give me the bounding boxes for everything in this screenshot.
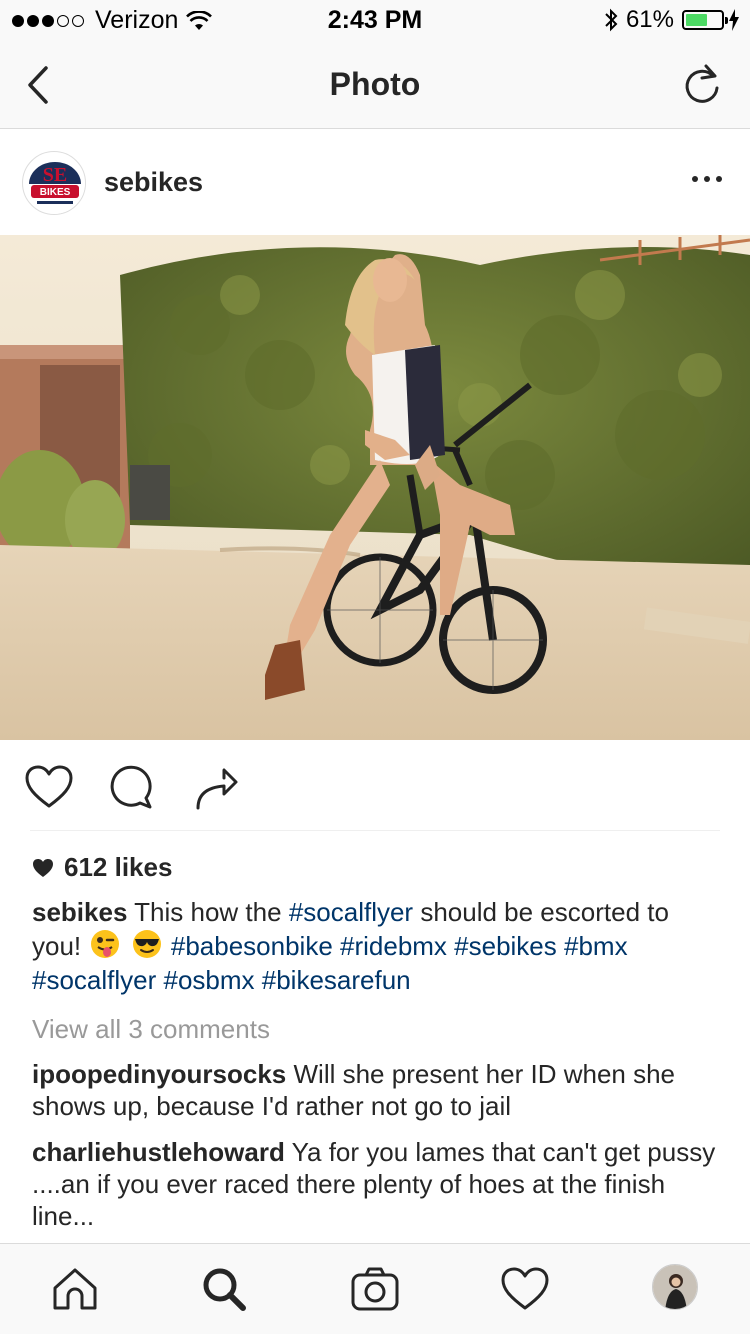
post-actions [0, 740, 750, 832]
comment-icon[interactable] [108, 764, 154, 810]
search-icon[interactable] [200, 1266, 250, 1312]
caption-text: This how the [134, 897, 282, 927]
post-username[interactable]: sebikes [104, 167, 203, 198]
like-icon[interactable] [24, 764, 74, 810]
divider [30, 830, 720, 831]
activity-heart-icon[interactable] [500, 1266, 550, 1312]
status-right: 61% [604, 6, 740, 34]
status-bar: Verizon 2:43 PM 61% [0, 0, 750, 40]
bluetooth-icon [605, 8, 618, 32]
svg-text:SE: SE [43, 164, 67, 186]
photo-image [0, 235, 750, 740]
comment: charliehustlehoward Ya for you lames tha… [32, 1136, 722, 1232]
likes-count[interactable]: 612 likes [32, 852, 172, 883]
comment: ipoopedinyoursocks Will she present her … [32, 1058, 722, 1122]
sunglasses-emoji-icon [132, 930, 161, 958]
svg-text:BIKES: BIKES [40, 187, 71, 198]
refresh-icon[interactable] [682, 62, 722, 106]
comment-username[interactable]: ipoopedinyoursocks [32, 1059, 286, 1089]
comment-username[interactable]: charliehustlehoward [32, 1137, 285, 1167]
more-options-icon[interactable] [692, 169, 722, 189]
battery-fill [686, 14, 707, 26]
se-bikes-logo: SE BIKES [25, 154, 85, 214]
post-header: SE BIKES sebikes [0, 129, 750, 235]
battery-icon [682, 10, 728, 30]
page-title: Photo [329, 66, 421, 102]
hashtag-links[interactable]: #babesonbike #ridebmx #sebikes #bmx #soc… [32, 931, 628, 995]
profile-photo [653, 1265, 697, 1309]
camera-icon[interactable] [350, 1266, 400, 1312]
battery-percent: 61% [625, 6, 674, 33]
profile-avatar[interactable] [652, 1264, 698, 1310]
view-all-comments-link[interactable]: View all 3 comments [32, 1014, 270, 1045]
post-photo[interactable] [0, 235, 750, 740]
home-icon[interactable] [50, 1266, 100, 1312]
likes-text: 612 likes [64, 852, 173, 882]
winking-tongue-emoji-icon [91, 930, 120, 958]
charging-icon [729, 9, 739, 31]
avatar[interactable]: SE BIKES [22, 151, 86, 215]
navigation-bar: Photo [0, 40, 750, 129]
tab-bar [0, 1243, 750, 1334]
caption-username[interactable]: sebikes [32, 897, 127, 927]
post-caption: sebikes This how the #socalflyer should … [32, 895, 722, 997]
heart-icon [33, 858, 53, 877]
hashtag-link[interactable]: #socalflyer [289, 897, 413, 927]
share-icon[interactable] [194, 764, 240, 810]
